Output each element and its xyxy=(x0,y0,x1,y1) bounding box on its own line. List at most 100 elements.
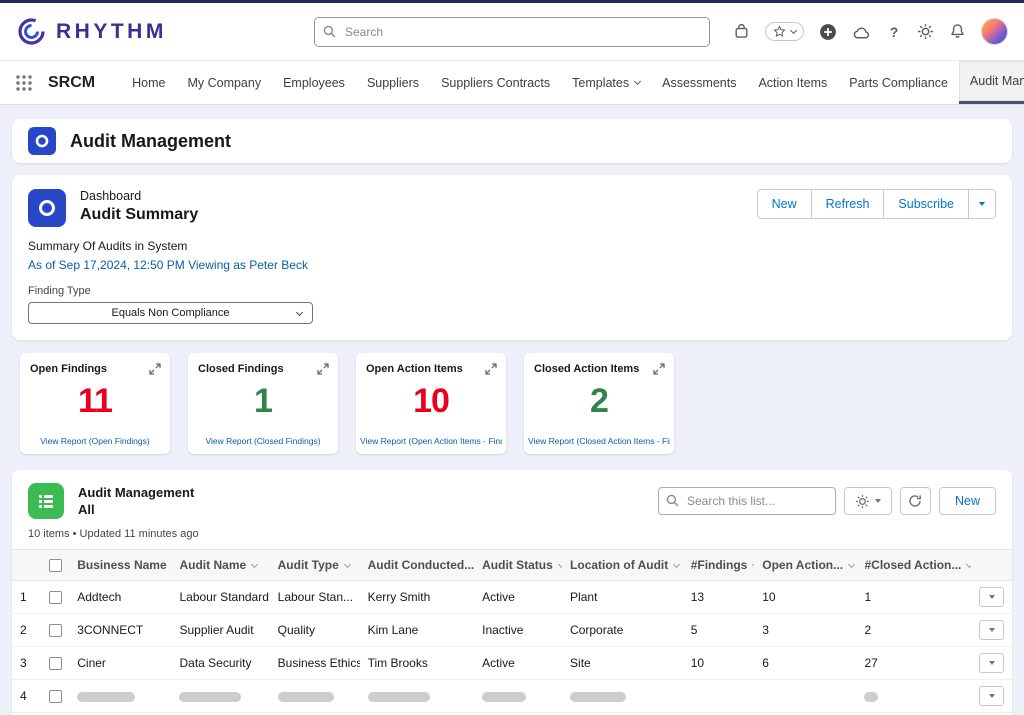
table-row: 1AddtechLabour StandardLabour Stan...Ker… xyxy=(12,581,1012,614)
dashboard-actions-menu-button[interactable] xyxy=(968,190,995,218)
column-header[interactable]: Open Action... xyxy=(754,550,856,581)
expand-icon[interactable] xyxy=(149,362,161,380)
tab-label: My Company xyxy=(187,76,261,90)
column-header-label: Audit Name xyxy=(179,558,257,572)
expand-icon[interactable] xyxy=(317,362,329,380)
column-header[interactable]: Audit Name xyxy=(171,550,269,581)
row-actions-button[interactable] xyxy=(979,686,1004,706)
metric-report-link[interactable]: View Report (Open Action Items - Finding… xyxy=(360,436,502,446)
select-all-checkbox[interactable] xyxy=(49,559,62,572)
list-search xyxy=(658,487,836,515)
metric-value: 1 xyxy=(198,382,328,421)
column-header-label: Audit Type xyxy=(278,558,350,572)
table-cell: 5 xyxy=(683,614,755,647)
dropdown-triangle-icon xyxy=(989,661,995,665)
expand-icon[interactable] xyxy=(653,362,665,380)
store-icon[interactable] xyxy=(733,23,750,40)
row-actions-button[interactable] xyxy=(979,587,1004,607)
column-label: Audit Type xyxy=(278,558,339,572)
column-header[interactable]: Audit Status xyxy=(474,550,562,581)
svg-text:?: ? xyxy=(890,24,899,40)
rhythm-swirl-logo-icon xyxy=(16,16,47,47)
chevron-down-icon xyxy=(296,308,303,315)
list-new-button[interactable]: New xyxy=(939,487,996,515)
skeleton-placeholder xyxy=(570,692,626,702)
row-select-cell xyxy=(41,680,70,713)
skeleton-placeholder xyxy=(864,692,878,702)
column-label: Audit Status xyxy=(482,558,553,572)
metric-card: Closed Action Items2View Report (Closed … xyxy=(524,353,674,454)
upload-cloud-icon[interactable] xyxy=(852,24,871,40)
table-cell: 2 xyxy=(856,614,971,647)
list-status-text: 10 items • Updated 11 minutes ago xyxy=(12,519,1012,549)
help-icon[interactable]: ? xyxy=(886,24,902,40)
refresh-button[interactable]: Refresh xyxy=(811,190,884,218)
dashboard-asof-link[interactable]: As of Sep 17,2024, 12:50 PM Viewing as P… xyxy=(28,258,996,272)
metric-report-link[interactable]: View Report (Open Findings) xyxy=(24,436,166,446)
list-search-input[interactable] xyxy=(658,487,836,515)
table-cell: Quality xyxy=(270,614,360,647)
tab-action-items[interactable]: Action Items xyxy=(747,61,838,104)
metric-report-link[interactable]: View Report (Closed Action Items - Findi… xyxy=(528,436,670,446)
column-header[interactable]: Location of Audit xyxy=(562,550,683,581)
notifications-bell-icon[interactable] xyxy=(949,23,966,40)
metric-card: Open Action Items10View Report (Open Act… xyxy=(356,353,506,454)
list-settings-button[interactable] xyxy=(844,487,892,515)
expand-icon[interactable] xyxy=(485,362,497,380)
metric-report-link[interactable]: View Report (Closed Findings) xyxy=(192,436,334,446)
finding-type-select[interactable]: Equals Non Compliance xyxy=(28,302,313,324)
favorites-star-icon[interactable] xyxy=(765,22,804,41)
list-view-name[interactable]: All xyxy=(78,502,194,517)
column-header[interactable]: #Closed Action... xyxy=(856,550,971,581)
column-label: #Closed Action... xyxy=(864,558,961,572)
tab-employees[interactable]: Employees xyxy=(272,61,356,104)
subscribe-button[interactable]: Subscribe xyxy=(883,190,968,218)
list-controls: New xyxy=(658,487,996,515)
column-header-label: Location of Audit xyxy=(570,558,679,572)
user-avatar[interactable] xyxy=(981,18,1008,45)
column-header[interactable]: Business Name xyxy=(69,550,171,581)
table-cell: Site xyxy=(562,647,683,680)
tab-audit-management[interactable]: Audit Management xyxy=(959,61,1024,104)
tab-assessments[interactable]: Assessments xyxy=(651,61,747,104)
row-action-cell xyxy=(971,614,1012,647)
tab-suppliers[interactable]: Suppliers xyxy=(356,61,430,104)
column-header[interactable]: Audit Conducted... xyxy=(360,550,475,581)
table-cell: Business Ethics xyxy=(270,647,360,680)
column-header-label: Open Action... xyxy=(762,558,854,572)
table-cell xyxy=(683,680,755,713)
row-number-header xyxy=(12,550,41,581)
column-header[interactable]: Audit Type xyxy=(270,550,360,581)
row-action-cell xyxy=(971,680,1012,713)
new-button[interactable]: New xyxy=(758,190,811,218)
row-actions-header xyxy=(971,550,1012,581)
tab-home[interactable]: Home xyxy=(121,61,176,104)
row-checkbox[interactable] xyxy=(49,690,62,703)
tab-templates[interactable]: Templates xyxy=(561,61,651,104)
skeleton-placeholder xyxy=(179,692,241,702)
row-checkbox[interactable] xyxy=(49,591,62,604)
app-launcher-icon[interactable] xyxy=(14,73,34,93)
global-actions-add-icon[interactable] xyxy=(819,23,837,41)
row-actions-button[interactable] xyxy=(979,620,1004,640)
tab-my-company[interactable]: My Company xyxy=(176,61,272,104)
row-number-cell: 3 xyxy=(12,647,41,680)
tab-label: Employees xyxy=(283,76,345,90)
brand-logo: RHYTHM xyxy=(16,16,167,47)
row-checkbox[interactable] xyxy=(49,657,62,670)
app-name: SRCM xyxy=(48,74,95,92)
records-table: Business Name Audit Name Audit Type Audit C… xyxy=(12,549,1012,715)
row-actions-button[interactable] xyxy=(979,653,1004,673)
row-checkbox[interactable] xyxy=(49,624,62,637)
global-search xyxy=(314,17,710,47)
list-refresh-button[interactable] xyxy=(900,487,931,515)
tab-label: Templates xyxy=(572,76,629,90)
dashboard-card: Dashboard Audit Summary NewRefreshSubscr… xyxy=(12,175,1012,340)
column-header[interactable]: #Findings xyxy=(683,550,755,581)
setup-gear-icon[interactable] xyxy=(917,23,934,40)
app-nav-bar: SRCM Home My Company Employees SuppliersSup… xyxy=(0,61,1024,105)
global-search-input[interactable] xyxy=(314,17,710,47)
tab-suppliers-contracts[interactable]: Suppliers Contracts xyxy=(430,61,561,104)
tab-parts-compliance[interactable]: Parts Compliance xyxy=(838,61,959,104)
dropdown-triangle-icon xyxy=(979,202,985,206)
